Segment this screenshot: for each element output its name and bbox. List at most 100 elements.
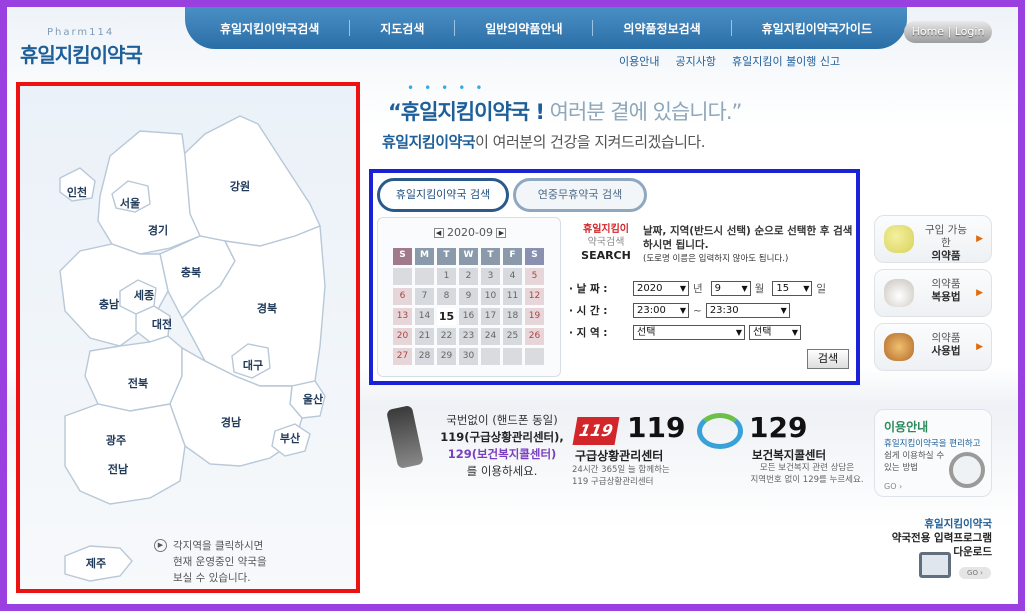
drug-usage-button[interactable]: 의약품 사용법 ▶ [874, 323, 992, 371]
calendar-empty-cell [503, 348, 522, 365]
calendar-day[interactable]: 25 [503, 328, 522, 345]
nav-drug-info-search[interactable]: 의약품정보검색 [623, 20, 700, 37]
region-jeonbuk[interactable] [84, 335, 183, 412]
download-line2: 약국전용 입력프로그램 [891, 532, 992, 544]
download-go-button[interactable]: GO › [959, 567, 991, 579]
calendar-day[interactable]: 29 [437, 348, 456, 365]
calendar-day[interactable]: 6 [393, 288, 412, 305]
month-select[interactable]: 9 ▼ [710, 281, 751, 296]
calendar-day[interactable]: 19 [525, 308, 544, 325]
nav-pharmacy-search[interactable]: 휴일지킴이약국검색 [220, 20, 319, 37]
tab-yearround-pharmacy-search[interactable]: 연중무휴약국 검색 [513, 178, 647, 212]
calendar-day[interactable]: 24 [481, 328, 500, 345]
time-to-select[interactable]: 23:30 ▼ [705, 303, 790, 318]
calendar-day[interactable]: 1 [437, 268, 456, 285]
year-select[interactable]: 2020 ▼ [633, 281, 689, 296]
phone-line2: 119(구급상황관리센터), [440, 430, 564, 444]
nav-guide[interactable]: 휴일지킴이약국가이드 [762, 20, 872, 37]
calendar-day[interactable]: 2 [459, 268, 478, 285]
region-select-city[interactable]: 선택 ▼ [633, 325, 745, 340]
side-button-label: 구입 가능한 의약품 [921, 224, 971, 263]
calendar-day[interactable]: 26 [525, 328, 544, 345]
play-circle-icon: ▶ [154, 539, 167, 552]
site-logo[interactable]: 휴일지킴이약국 [20, 39, 143, 68]
label-gyeongbuk: 경북 [257, 301, 277, 315]
calendar-day[interactable]: 8 [437, 288, 456, 305]
label-gyeonggi: 경기 [148, 223, 168, 237]
day-select[interactable]: 15 ▼ [772, 281, 813, 296]
time-from-select[interactable]: 23:00 ▼ [633, 303, 689, 318]
calendar-day[interactable]: 23 [459, 328, 478, 345]
phone-line4: 를 이용하세요. [466, 464, 538, 478]
hotline-129-number: 129 [749, 411, 808, 444]
calendar-day[interactable]: 21 [415, 328, 434, 345]
next-month-button[interactable]: ▶ [496, 228, 507, 238]
calendar-day-selected[interactable]: 15 [437, 308, 456, 325]
region-jeonnam[interactable] [64, 403, 186, 505]
map-note-line3: 보실 수 있습니다. [173, 572, 251, 584]
label-gangwon: 강원 [230, 179, 250, 193]
top-navigation: 휴일지킴이약국검색 지도검색 일반의약품안내 의약품정보검색 휴일지킴이약국가이… [185, 7, 907, 49]
calendar-day[interactable]: 7 [415, 288, 434, 305]
calendar-day[interactable]: 27 [393, 348, 412, 365]
label-jeju: 제주 [86, 556, 106, 570]
page: Pharm114 휴일지킴이약국 휴일지킴이약국검색 지도검색 일반의약품안내 … [7, 7, 1018, 604]
label-daegu: 대구 [243, 358, 263, 372]
download-icon[interactable] [919, 552, 951, 578]
usage-guide-box[interactable]: 이용안내 휴일지킴이약국을 편리하고 쉽게 이용하실 수 있는 방법 GO › [874, 409, 992, 497]
calendar-grid: S M T W T F S 1 2 3 4 5 6 7 8 9 10 11 12 13 14 15 16 17 18 19 20 21… [393, 248, 544, 365]
calendar-day[interactable]: 12 [525, 288, 544, 305]
label-jeonbuk: 전북 [128, 376, 148, 390]
magnifier-icon [949, 452, 985, 488]
calendar: ◀ 2020-09 ▶ S M T W T F S 1 2 3 4 5 6 7 8 9 10 11 12 13 14 15… [377, 217, 561, 377]
map-note-line2: 현재 운영중인 약국을 [173, 556, 267, 568]
calendar-empty-cell [415, 268, 434, 285]
nav-map-search[interactable]: 지도검색 [380, 20, 424, 37]
prev-month-button[interactable]: ◀ [433, 228, 444, 238]
region-select-district[interactable]: 선택 ▼ [749, 325, 801, 340]
chevron-down-icon: ▼ [679, 306, 686, 315]
chevron-down-icon: ▼ [679, 284, 686, 293]
phone-icon [386, 404, 424, 470]
map-instruction: ▶ 각지역을 클릭하시면 현재 운영중인 약국을 보실 수 있습니다. [154, 538, 267, 586]
calendar-day[interactable]: 5 [525, 268, 544, 285]
tab-holiday-pharmacy-search[interactable]: 휴일지킴이약국 검색 [377, 178, 509, 212]
phone-hotline-info: 국번없이 (핸드폰 동일) 119(구급상황관리센터), 129(보건복지콜센터… [427, 412, 577, 480]
search-brand-line3: SEARCH [581, 249, 631, 262]
info-line1: 휴일지킴이약국을 편리하고 [884, 439, 981, 449]
calendar-day[interactable]: 18 [503, 308, 522, 325]
drug-dosage-button[interactable]: 의약품 복용법 ▶ [874, 269, 992, 317]
home-login-button[interactable]: Home | Login [904, 21, 992, 43]
arrow-right-icon: ▶ [976, 234, 983, 244]
calendar-day[interactable]: 4 [503, 268, 522, 285]
search-button[interactable]: 검색 [807, 349, 849, 369]
calendar-day[interactable]: 20 [393, 328, 412, 345]
region-gangwon[interactable] [181, 115, 321, 247]
side-button-line2: 의약품 [931, 250, 961, 262]
calendar-day[interactable]: 13 [393, 308, 412, 325]
time-to-value: 23:30 [709, 305, 739, 316]
calendar-day[interactable]: 28 [415, 348, 434, 365]
calendar-day[interactable]: 16 [459, 308, 478, 325]
calendar-day[interactable]: 14 [415, 308, 434, 325]
subnav-usage-guide[interactable]: 이용안내 [619, 53, 659, 69]
side-button-line2: 복용법 [931, 291, 961, 303]
side-button-line1: 구입 가능한 [925, 224, 967, 249]
calendar-day[interactable]: 11 [503, 288, 522, 305]
subnav-report[interactable]: 휴일지킴이 불이행 신고 [732, 53, 840, 69]
time-from-value: 23:00 [637, 305, 666, 316]
slogan-subline-bold: 휴일지킴이약국 [382, 133, 476, 151]
chevron-down-icon: ▼ [803, 284, 810, 293]
sub-navigation: 이용안내 공지사항 휴일지킴이 불이행 신고 [619, 53, 840, 69]
subnav-notice[interactable]: 공지사항 [675, 53, 715, 69]
calendar-day[interactable]: 10 [481, 288, 500, 305]
hotline-119-number: 119 [627, 411, 686, 444]
calendar-day[interactable]: 17 [481, 308, 500, 325]
calendar-day[interactable]: 22 [437, 328, 456, 345]
purchasable-drugs-button[interactable]: 구입 가능한 의약품 ▶ [874, 215, 992, 263]
info-go-link[interactable]: GO › [884, 482, 902, 491]
calendar-day[interactable]: 30 [459, 348, 478, 365]
calendar-day[interactable]: 3 [481, 268, 500, 285]
nav-otc-info[interactable]: 일반의약품안내 [485, 20, 562, 37]
calendar-day[interactable]: 9 [459, 288, 478, 305]
